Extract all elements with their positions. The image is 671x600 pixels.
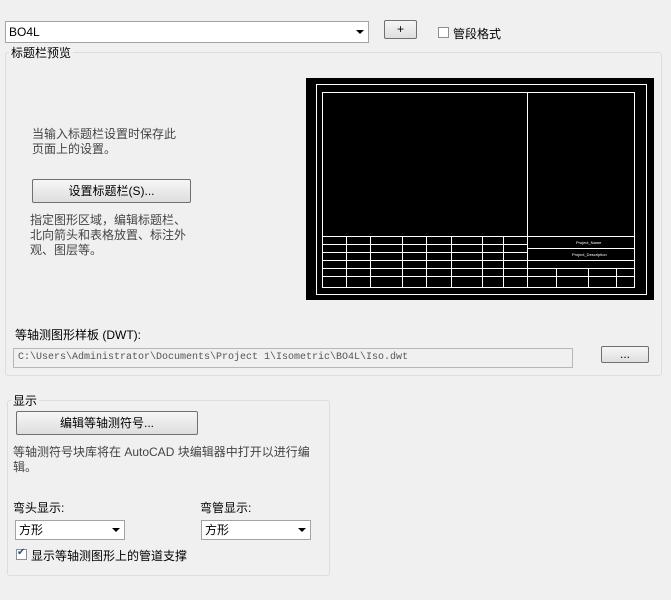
edit-iso-symbols-button[interactable]: 编辑等轴测符号... (16, 411, 198, 435)
checkmark-icon: ✔ (17, 547, 26, 558)
preview-title-line (527, 260, 635, 261)
pipe-format-label: 管段格式 (453, 27, 502, 41)
preview-title-line (588, 268, 589, 287)
preview-project-name: Project_Name (576, 240, 602, 245)
template-dropdown[interactable]: BO4L (5, 21, 369, 43)
preview-table-line (370, 236, 371, 287)
preview-column-divider (527, 92, 528, 288)
preview-table-line (503, 236, 504, 287)
preview-table-line (482, 236, 483, 287)
display-group-title: 显示 (11, 392, 40, 409)
chevron-down-icon (298, 528, 306, 532)
preview-table-line (322, 276, 527, 277)
elbow-display-value: 方形 (19, 523, 44, 537)
titleblock-area-hint: 指定图形区域，编辑标题栏、北向箭头和表格放置、标注外观、图层等。 (30, 213, 187, 257)
preview-outer-border (316, 294, 647, 295)
preview-inner-border (322, 92, 635, 93)
titleblock-group-title: 标题栏预览 (9, 44, 74, 61)
preview-title-line (527, 268, 635, 269)
preview-title-line (616, 268, 617, 287)
chevron-down-icon (112, 528, 120, 532)
preview-table-line (322, 252, 527, 253)
bend-display-value: 方形 (205, 523, 230, 537)
preview-table-line (346, 236, 347, 287)
template-dropdown-value: BO4L (9, 25, 40, 39)
preview-table-line (322, 236, 635, 237)
bend-display-label: 弯管显示: (200, 501, 252, 515)
preview-inner-border (322, 287, 635, 288)
preview-table-line (402, 236, 403, 287)
setup-titleblock-button[interactable]: 设置标题栏(S)... (32, 179, 191, 203)
preview-table-line (322, 268, 527, 269)
show-pipe-supports-label: 显示等轴测图形上的管道支撑 (31, 549, 188, 563)
preview-table-line (322, 244, 527, 245)
preview-table-line (451, 236, 452, 287)
titleblock-save-hint: 当输入标题栏设置时保存此页面上的设置。 (32, 127, 177, 156)
elbow-display-label: 弯头显示: (13, 501, 65, 515)
titleblock-preview: Project_Name Project_Description (306, 78, 654, 300)
dwt-path-field[interactable]: C:\Users\Administrator\Documents\Project… (13, 348, 573, 368)
elbow-display-dropdown[interactable]: 方形 (15, 520, 125, 540)
add-template-button[interactable]: + (384, 20, 417, 39)
preview-title-line (527, 276, 635, 277)
preview-table-line (426, 236, 427, 287)
chevron-down-icon (356, 30, 364, 34)
pipe-format-checkbox[interactable] (438, 27, 449, 38)
bend-display-dropdown[interactable]: 方形 (201, 520, 311, 540)
setup-titleblock-label: 设置标题栏(S)... (68, 184, 155, 198)
dwt-label: 等轴测图形样板 (DWT): (15, 328, 141, 342)
preview-outer-border (646, 84, 647, 295)
preview-project-description: Project_Description (572, 252, 607, 257)
preview-title-line (527, 248, 635, 249)
preview-inner-border (322, 92, 323, 288)
dwt-path-value: C:\Users\Administrator\Documents\Project… (18, 352, 409, 363)
dwt-browse-button[interactable]: ... (601, 346, 649, 363)
show-pipe-supports-checkbox[interactable]: ✔ (16, 547, 27, 560)
edit-iso-symbols-label: 编辑等轴测符号... (59, 416, 154, 430)
edit-symbols-hint: 等轴测符号块库将在 AutoCAD 块编辑器中打开以进行编辑。 (13, 445, 310, 474)
preview-table-line (322, 260, 527, 261)
preview-inner-border (634, 92, 635, 288)
preview-outer-border (316, 84, 317, 295)
dwt-browse-label: ... (619, 347, 630, 361)
preview-outer-border (316, 84, 647, 85)
preview-title-line (556, 268, 557, 287)
add-template-label: + (396, 22, 404, 36)
